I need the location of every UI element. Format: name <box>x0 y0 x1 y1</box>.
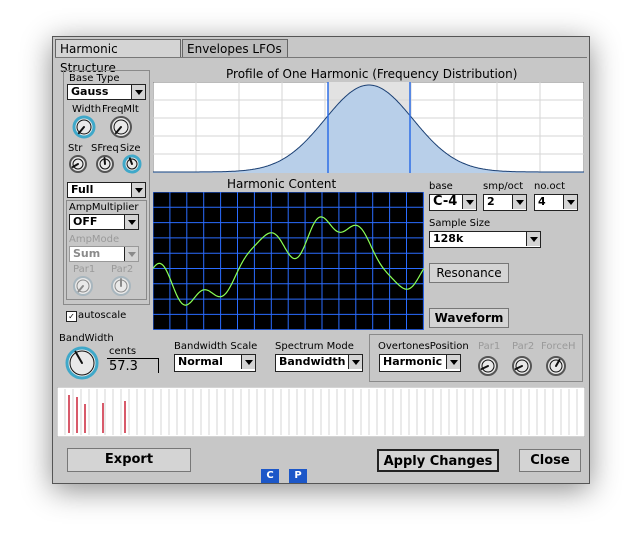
copy-button[interactable]: C <box>261 469 279 483</box>
autoscale-label: autoscale <box>78 310 127 321</box>
paste-button[interactable]: P <box>289 469 307 483</box>
base-label: base <box>429 181 453 192</box>
tab-bar-divider <box>55 57 587 58</box>
autoscale-checkbox[interactable]: ✓ <box>66 311 77 322</box>
overtones-par1-knob[interactable] <box>477 355 499 377</box>
bandwidth-unit-label: cents <box>109 346 137 357</box>
par1-label: Par1 <box>73 264 96 275</box>
no-oct-select[interactable]: 4 <box>534 194 578 211</box>
amp-multiplier-group: AmpMultiplier OFF AmpMode Sum Par1 Par2 <box>66 200 147 300</box>
harmonic-content-graph <box>152 191 425 334</box>
overtones-position-select[interactable]: Harmonic <box>379 354 461 372</box>
base-function-panel: Base Type Gauss Width FreqMlt Str SFreq … <box>63 70 150 305</box>
overtones-par2-knob[interactable] <box>511 355 533 377</box>
amp-multiplier-label: AmpMultiplier <box>69 202 139 213</box>
width-knob-label: Width <box>72 104 102 115</box>
overtones-position-label: OvertonesPosition <box>378 341 469 352</box>
par2-knob[interactable] <box>110 275 132 297</box>
amp-multiplier-select[interactable]: OFF <box>69 214 139 230</box>
par1-knob[interactable] <box>72 275 94 297</box>
profile-title: Profile of One Harmonic (Frequency Distr… <box>226 67 518 81</box>
sample-size-select[interactable]: 128k <box>429 231 541 248</box>
harmonic-content-title: Harmonic Content <box>227 177 337 191</box>
sfreq-knob[interactable] <box>95 154 115 174</box>
smp-oct-label: smp/oct <box>483 181 524 192</box>
overtones-group: OvertonesPosition Harmonic Par1 Par2 For… <box>369 334 583 382</box>
amp-mode-select[interactable]: Sum <box>69 246 139 262</box>
harmonic-editor-window: Harmonic Structure Envelopes LFOs Base T… <box>52 36 590 484</box>
sfreq-knob-label: SFreq <box>91 143 119 154</box>
base-type-select[interactable]: Gauss <box>67 84 146 100</box>
waveform-button[interactable]: Waveform <box>429 308 509 328</box>
overtones-forceh-knob[interactable] <box>545 355 567 377</box>
profile-graph <box>152 81 585 177</box>
spectrum-mode-select[interactable]: Bandwidth <box>275 354 363 372</box>
str-knob-label: Str <box>68 143 83 154</box>
size-knob-label: Size <box>120 143 141 154</box>
close-button[interactable]: Close <box>519 449 581 472</box>
bandwidth-cents-value: 57.3 <box>107 358 159 374</box>
bandwidth-scale-label: Bandwidth Scale <box>174 341 258 352</box>
resonance-button[interactable]: Resonance <box>429 263 509 283</box>
par2-label: Par2 <box>111 264 134 275</box>
smp-oct-select[interactable]: 2 <box>483 194 527 211</box>
amp-mode-label: AmpMode <box>69 234 120 245</box>
no-oct-label: no.oct <box>534 181 565 192</box>
base-type-label: Base Type <box>69 73 120 84</box>
overtones-forceh-label: ForceH <box>541 341 576 352</box>
export-button[interactable]: Export <box>67 448 191 472</box>
overtones-par1-label: Par1 <box>478 341 501 352</box>
bandwidth-scale-select[interactable]: Normal <box>174 354 256 372</box>
str-knob[interactable] <box>68 154 88 174</box>
spectrum-mode-label: Spectrum Mode <box>275 341 354 352</box>
bandwidth-label: BandWidth <box>59 333 114 344</box>
bandwidth-knob[interactable] <box>65 346 99 380</box>
width-knob[interactable] <box>72 115 96 139</box>
size-knob[interactable] <box>122 154 142 174</box>
tab-harmonic-structure[interactable]: Harmonic Structure <box>55 39 181 75</box>
freqmlt-knob[interactable] <box>109 115 133 139</box>
base-note-select[interactable]: C-4 <box>429 194 477 211</box>
sample-size-label: Sample Size <box>429 218 491 229</box>
freqmlt-knob-label: FreqMlt <box>102 104 139 115</box>
apply-changes-button[interactable]: Apply Changes <box>377 449 499 472</box>
harmonic-spectrum-view <box>56 386 586 441</box>
tab-envelopes-lfos[interactable]: Envelopes LFOs <box>182 39 288 58</box>
overtones-par2-label: Par2 <box>512 341 535 352</box>
full-select[interactable]: Full <box>67 182 146 198</box>
